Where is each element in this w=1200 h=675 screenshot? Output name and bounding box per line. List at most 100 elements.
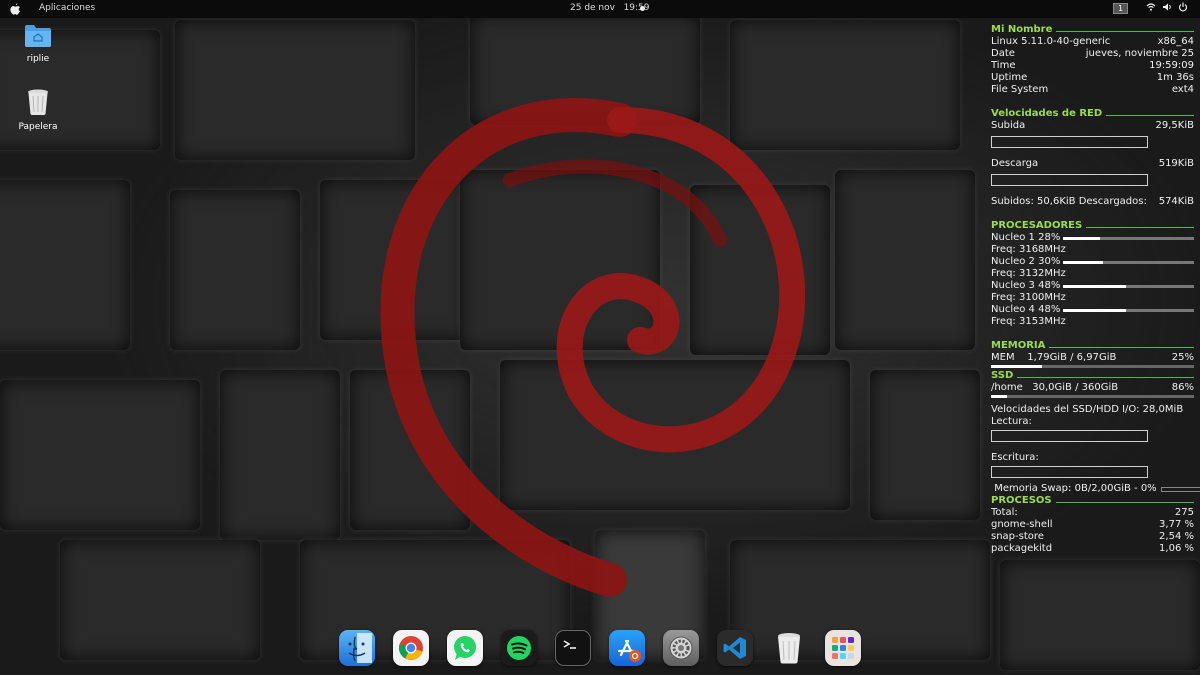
process-name: gnome-shell <box>991 519 1053 530</box>
cpu-core-row: Nucleo 4 48% <box>991 304 1194 316</box>
dock-app-grid[interactable] <box>825 629 861 666</box>
cpu-core-bar <box>1063 308 1194 312</box>
section-title: SSD <box>991 370 1014 381</box>
dock-whatsapp[interactable] <box>447 629 483 666</box>
filesystem-value: ext4 <box>1171 84 1194 95</box>
dock-finder[interactable] <box>339 629 375 666</box>
cpu-core-bar <box>1063 236 1194 240</box>
finder-icon <box>348 632 372 663</box>
memory-percent: 25% <box>1171 352 1194 363</box>
cpu-section: PROCESADORES Nucleo 1 28% Freq: 3168MHz Nu… <box>991 220 1194 328</box>
workspace-indicator[interactable]: 1 <box>1113 3 1128 14</box>
memory-used: 1,79GiB / 6,97GiB <box>1027 352 1117 363</box>
disk-read-graph <box>991 430 1148 442</box>
section-title: Mi Nombre <box>991 24 1053 35</box>
spotify-icon <box>507 635 531 660</box>
total-uploaded: 50,6KiB <box>1037 196 1076 207</box>
disk-bar <box>991 395 1194 398</box>
swap-used: 0B <box>1074 483 1088 494</box>
download-speed: 519KiB <box>1158 158 1194 169</box>
process-total: 275 <box>1174 507 1194 518</box>
system-section: Mi Nombre Linux 5.11.0-40-generic x86_64 … <box>991 24 1194 95</box>
desktop-icon-trash[interactable]: Papelera <box>8 88 68 132</box>
system-tray[interactable] <box>1146 2 1188 14</box>
app-store-icon <box>617 639 641 662</box>
disk-write-graph <box>991 466 1148 478</box>
cpu-core-label: Nucleo 1 <box>991 232 1035 243</box>
uptime-value: 1m 36s <box>1156 72 1194 83</box>
section-title: MEMORIA <box>991 340 1046 351</box>
desktop-icon-label: riplie <box>26 54 50 64</box>
clock[interactable]: 25 de nov 19:59 <box>570 3 650 13</box>
desktop-icon-label: Papelera <box>18 122 58 132</box>
chrome-icon <box>398 635 423 660</box>
ssd-section: SSD /home 30,0GiB / 360GiB 86% Velocidade… <box>991 370 1200 495</box>
cpu-core-freq: Freq: 3132MHz <box>991 268 1066 279</box>
debian-swirl-logo <box>380 98 806 597</box>
download-graph <box>991 174 1148 186</box>
upload-speed: 29,5KiB <box>1155 120 1194 131</box>
dock-app-store[interactable] <box>609 629 645 666</box>
section-title: PROCESADORES <box>991 220 1083 231</box>
volume-icon[interactable] <box>1162 2 1172 14</box>
architecture: x86_64 <box>1157 36 1194 47</box>
process-cpu: 1,06 % <box>1159 543 1194 554</box>
cpu-core-row: Nucleo 2 30% <box>991 256 1194 268</box>
wifi-icon[interactable] <box>1146 2 1156 14</box>
cpu-core-percent: 28% <box>1038 232 1061 243</box>
cpu-core-freq: Freq: 3153MHz <box>991 316 1066 327</box>
process-name: packagekitd <box>991 543 1053 554</box>
cpu-core-row: Nucleo 3 48% <box>991 280 1194 292</box>
memory-bar <box>991 365 1194 368</box>
app-grid-icon <box>832 636 854 659</box>
disk-io-speed: 28,0MiB <box>1142 404 1184 415</box>
swap-bar <box>1160 486 1200 492</box>
cpu-core-percent: 48% <box>1038 280 1061 291</box>
process-section: PROCESOS Total: 275 gnome-shell 3,77 % snap… <box>991 495 1194 555</box>
process-name: snap-store <box>991 531 1044 542</box>
process-cpu: 2,54 % <box>1159 531 1194 542</box>
disk-used: 30,0GiB / 360GiB <box>1032 382 1119 393</box>
dock-spotify[interactable] <box>501 629 537 666</box>
apple-icon[interactable] <box>10 3 21 15</box>
trash-icon <box>778 632 800 663</box>
cpu-core-row: Nucleo 1 28% <box>991 232 1194 244</box>
dock <box>334 624 866 671</box>
kernel-version: Linux 5.11.0-40-generic <box>991 36 1111 47</box>
memory-section: MEMORIA MEM 1,79GiB / 6,97GiB 25% <box>991 340 1194 368</box>
dock-chrome[interactable] <box>393 629 429 666</box>
terminal-icon <box>563 639 576 649</box>
desktop-icon-home-folder[interactable]: riplie <box>8 24 68 64</box>
process-list: gnome-shell 3,77 % snap-store 2,54 % package… <box>991 519 1194 555</box>
dock-vscode[interactable] <box>717 629 753 666</box>
cpu-core-label: Nucleo 2 <box>991 256 1035 267</box>
time-value: 19:59:09 <box>1149 60 1194 71</box>
dock-settings[interactable] <box>663 629 699 666</box>
section-title: PROCESOS <box>991 495 1052 506</box>
upload-graph <box>991 136 1148 148</box>
system-monitor-panel: Mi Nombre Linux 5.11.0-40-generic x86_64 … <box>991 24 1200 555</box>
power-icon[interactable] <box>1178 2 1188 14</box>
process-row: gnome-shell 3,77 % <box>991 519 1194 531</box>
trash-icon <box>28 89 48 115</box>
network-section: Velocidades de RED Subida 29,5KiB Descarg… <box>991 108 1194 207</box>
applications-menu[interactable]: Aplicaciones <box>39 3 95 13</box>
section-title: Velocidades de RED <box>991 108 1103 119</box>
cpu-core-bar <box>1063 260 1194 264</box>
cpu-core-label: Nucleo 3 <box>991 280 1035 291</box>
cpu-core-freq: Freq: 3168MHz <box>991 244 1066 255</box>
dock-terminal[interactable] <box>555 629 591 666</box>
whatsapp-icon <box>454 635 476 660</box>
cpu-core-percent: 30% <box>1038 256 1061 267</box>
cpu-core-label: Nucleo 4 <box>991 304 1035 315</box>
cpu-core-list: Nucleo 1 28% Freq: 3168MHz Nucleo 2 30% Fre… <box>991 232 1194 328</box>
settings-icon <box>669 636 693 659</box>
folder-icon <box>25 25 51 47</box>
dock-trash[interactable] <box>771 630 807 666</box>
cpu-core-percent: 48% <box>1038 304 1061 315</box>
notification-dot <box>640 6 645 11</box>
vscode-icon <box>723 636 746 659</box>
cpu-core-bar <box>1063 284 1194 288</box>
process-row: packagekitd 1,06 % <box>991 543 1194 555</box>
cpu-core-freq: Freq: 3100MHz <box>991 292 1066 303</box>
